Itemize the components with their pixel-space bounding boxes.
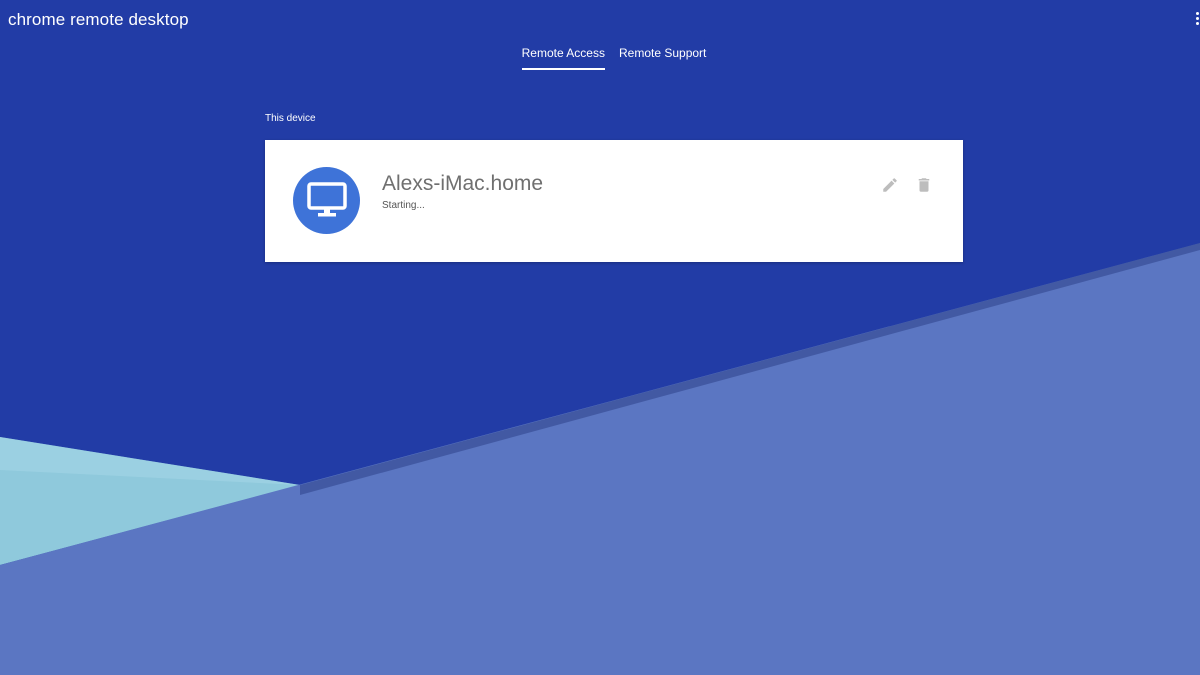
- background-shapes: [0, 243, 1200, 675]
- pencil-icon[interactable]: [881, 176, 899, 194]
- more-options-icon[interactable]: [1194, 12, 1200, 32]
- section-label-this-device: This device: [265, 113, 316, 124]
- tab-remote-access[interactable]: Remote Access: [521, 44, 605, 70]
- device-card[interactable]: Alexs-iMac.home Starting...: [265, 140, 963, 262]
- tab-bar: Remote Access Remote Support: [0, 44, 1200, 70]
- device-name: Alexs-iMac.home: [382, 172, 544, 195]
- app-title: chrome remote desktop: [8, 10, 189, 29]
- trash-icon[interactable]: [915, 176, 933, 194]
- computer-monitor-icon: [293, 167, 360, 234]
- tab-remote-support[interactable]: Remote Support: [619, 44, 706, 70]
- device-status: Starting...: [382, 200, 425, 211]
